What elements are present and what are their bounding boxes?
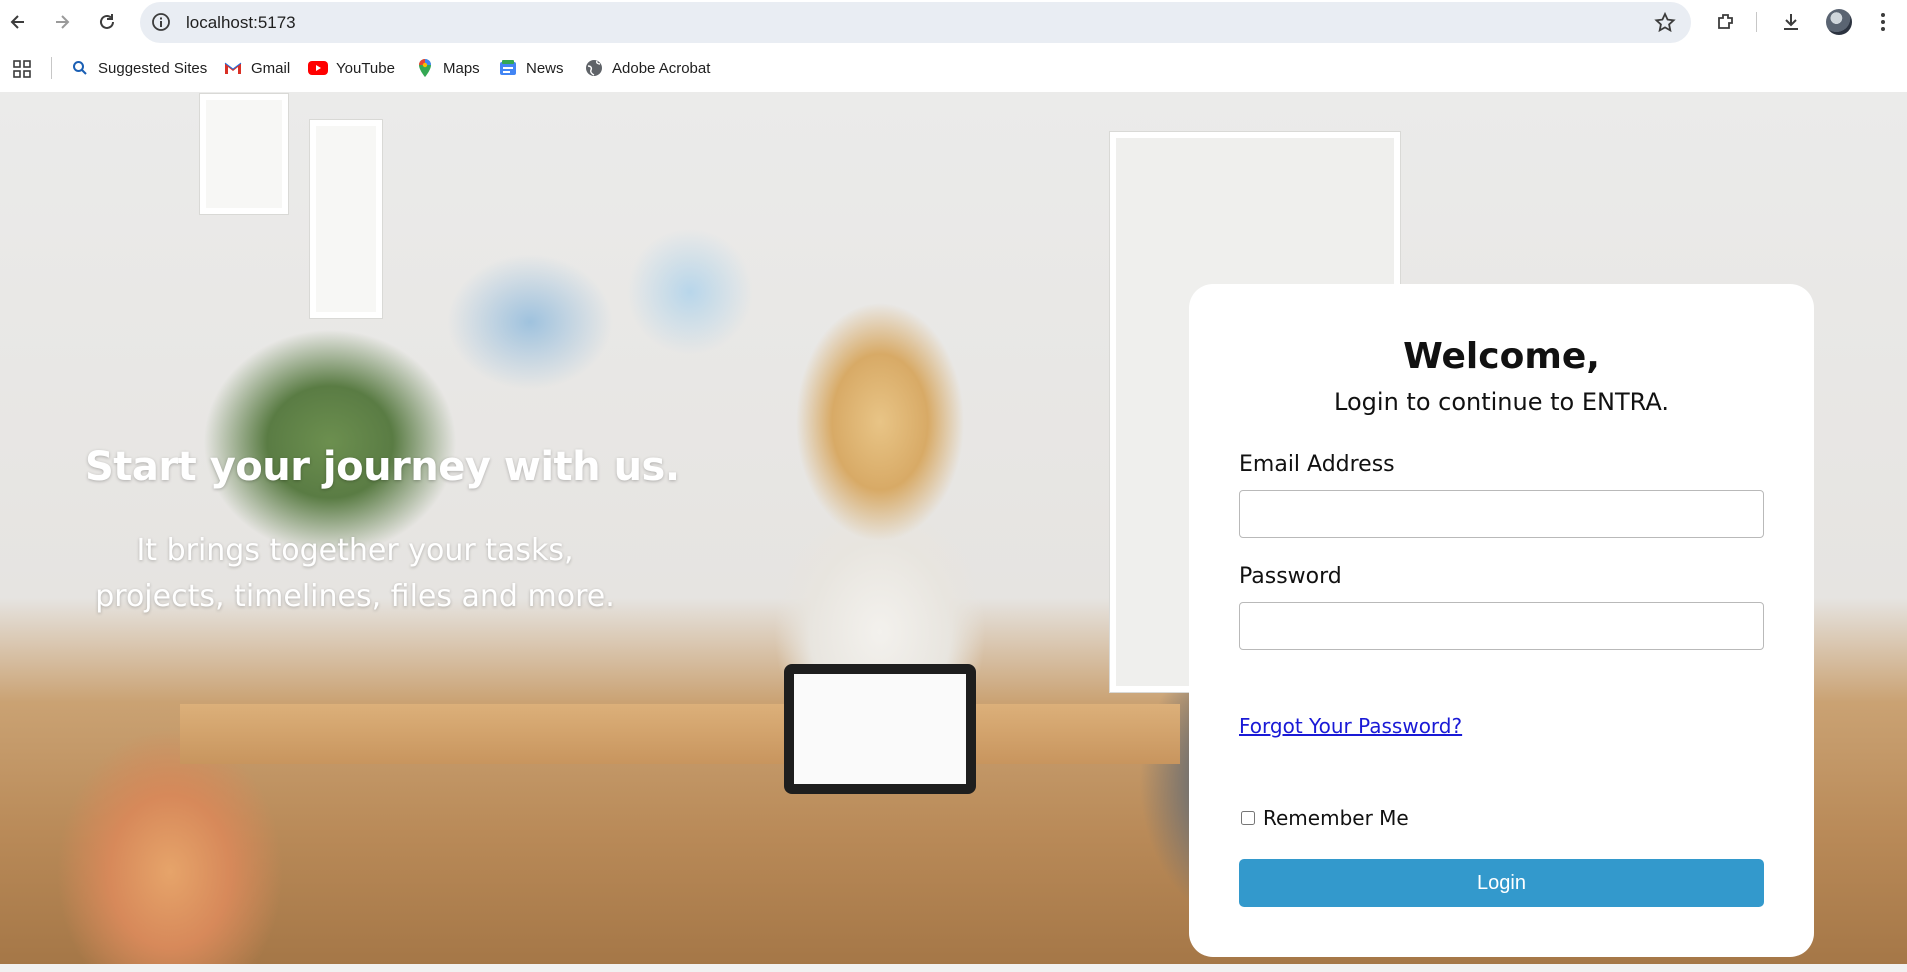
counter-top [180,704,1180,764]
maps-icon [415,58,435,78]
back-icon[interactable] [4,8,32,36]
bookmark-youtube[interactable]: YouTube [308,56,395,80]
password-label: Password [1239,564,1342,589]
login-subtitle: Login to continue to ENTRA. [1334,388,1669,416]
bookmark-label: YouTube [336,59,395,77]
bookmark-news[interactable]: News [498,56,564,80]
bookmark-label: News [526,59,564,77]
bookmark-maps[interactable]: Maps [415,56,480,80]
login-button[interactable]: Login [1239,859,1764,907]
email-field[interactable] [1239,490,1764,538]
welcome-title: Welcome, [1403,336,1600,377]
wall-picture [200,94,288,214]
hero-subtitle: It brings together your tasks, projects,… [95,533,615,614]
hero-title: Start your journey with us. [85,444,680,490]
news-icon [498,58,518,78]
apps-grid-icon[interactable] [12,59,32,79]
login-page-background: Start your journey with us. It brings to… [0,92,1907,964]
bookmarks-divider [51,57,52,79]
bookmark-label: Suggested Sites [98,59,208,77]
gmail-icon [223,58,243,78]
menu-kebab-icon[interactable] [1870,9,1896,35]
profile-avatar[interactable] [1826,9,1852,35]
forward-icon[interactable] [48,8,76,36]
extensions-icon[interactable] [1713,9,1739,35]
tablet-device [784,664,976,794]
bookmark-gmail[interactable]: Gmail [223,56,290,80]
search-icon [70,58,90,78]
browser-toolbar: localhost:5173 [0,0,1907,44]
globe-icon [584,58,604,78]
reload-icon[interactable] [93,8,121,36]
bookmarks-bar: Suggested Sites Gmail YouTube Maps News … [0,44,1907,92]
email-label: Email Address [1239,452,1395,477]
url-text[interactable]: localhost:5173 [186,13,296,33]
remember-me[interactable]: Remember Me [1241,806,1409,830]
bookmark-label: Adobe Acrobat [612,59,711,77]
youtube-icon [308,58,328,78]
wall-picture [310,120,382,318]
toolbar-divider [1756,12,1757,32]
login-card: Welcome, Login to continue to ENTRA. Ema… [1189,284,1814,957]
remember-me-checkbox[interactable] [1241,811,1255,825]
bookmark-suggested-sites[interactable]: Suggested Sites [70,56,207,80]
bookmark-label: Maps [443,59,480,77]
forgot-password-link[interactable]: Forgot Your Password? [1239,714,1462,738]
remember-me-label: Remember Me [1263,806,1409,830]
download-icon[interactable] [1778,9,1804,35]
bookmark-adobe-acrobat[interactable]: Adobe Acrobat [584,56,710,80]
site-info-icon[interactable] [150,11,172,33]
password-field[interactable] [1239,602,1764,650]
bookmark-label: Gmail [251,59,291,77]
bookmark-star-icon[interactable] [1653,11,1677,35]
address-bar[interactable]: localhost:5173 [140,2,1691,43]
window-bottom-edge [0,964,1907,972]
